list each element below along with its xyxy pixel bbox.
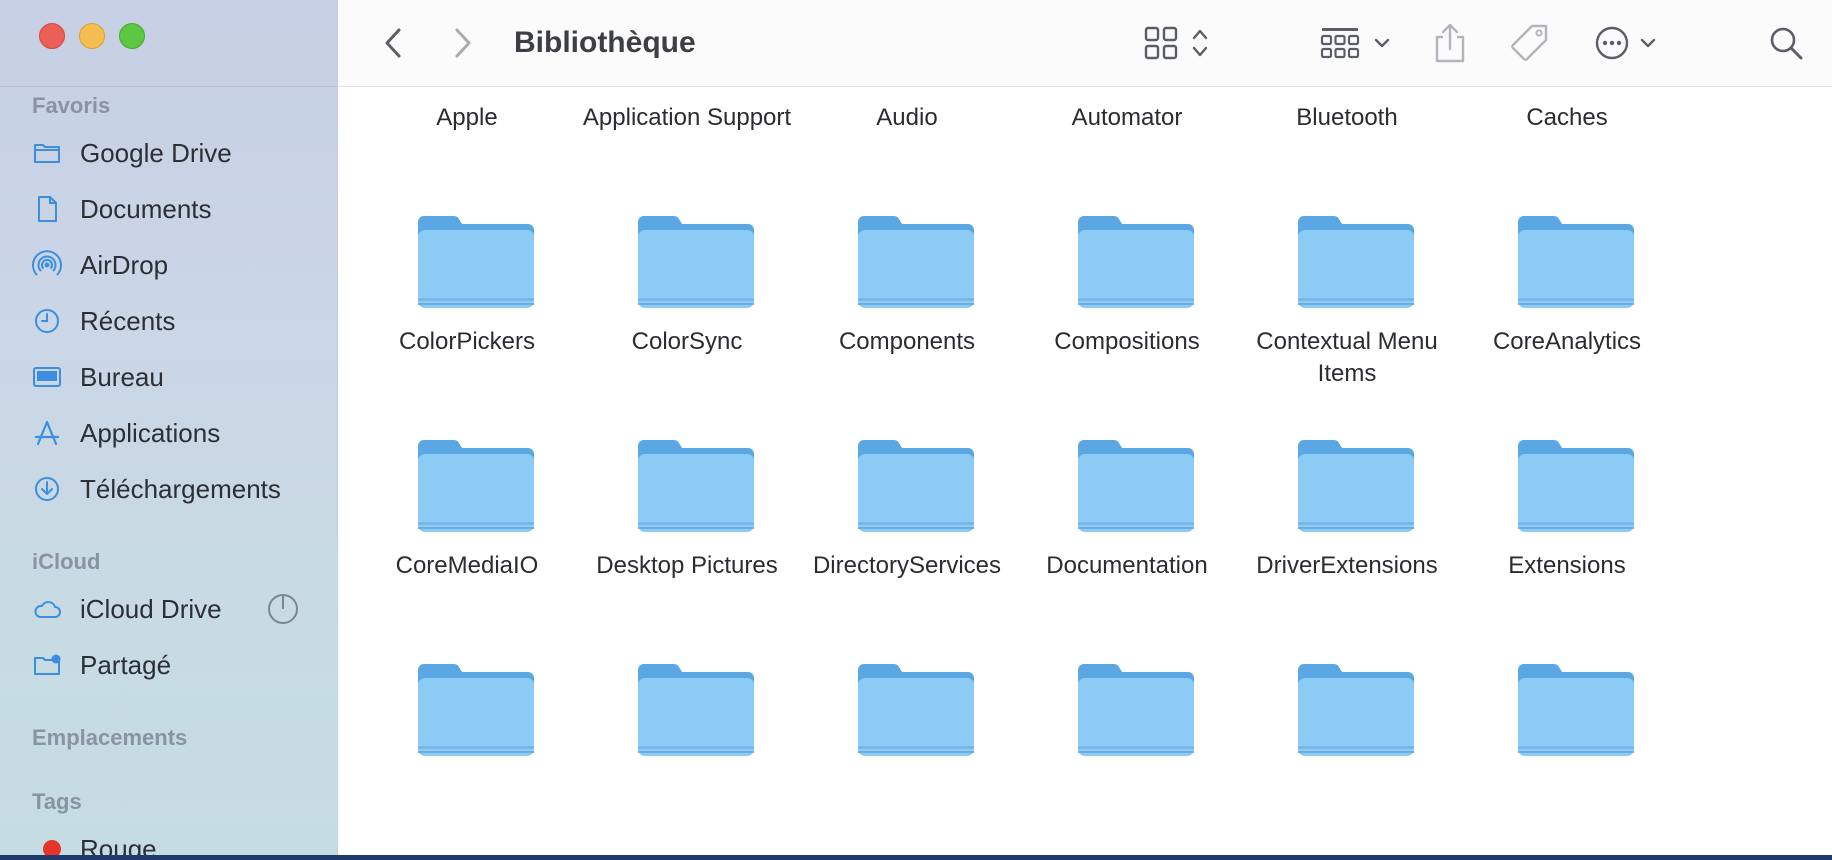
cloud-icon [32,594,68,624]
sidebar: Favoris Google Drive Documents AirDrop R… [0,0,338,855]
sidebar-item-label: Récents [80,305,176,336]
zoom-window-button[interactable] [119,23,145,49]
back-button[interactable] [378,18,408,68]
share-button[interactable] [1430,18,1470,68]
folder-name: Bluetooth [1296,104,1398,131]
section-title-emplacements: Emplacements [32,725,188,750]
icloud-sync-progress-icon[interactable] [267,593,299,625]
folder-name: Caches [1526,104,1608,131]
search-button[interactable] [1766,18,1806,68]
folder-name: Desktop Pictures [596,552,778,579]
view-mode-button[interactable] [1144,18,1214,68]
toolbar: Bibliothèque [338,0,1832,87]
icon-grid-view-icon [1144,26,1208,60]
sidebar-item-label: Partagé [80,649,172,680]
sidebar-item-recents[interactable]: Récents [32,301,322,341]
sidebar-item-label: Applications [80,417,221,448]
folder-name: Contextual Menu Items [1256,328,1438,387]
sidebar-item-tag-rouge[interactable]: Rouge [32,829,322,855]
group-grid-icon [1320,28,1390,59]
sidebar-item-applications[interactable]: Applications [32,413,322,453]
sidebar-item-label: Téléchargements [80,473,281,504]
folder-name: Audio [876,104,938,131]
folder-name: ColorPickers [398,328,536,355]
tag-icon [1511,24,1548,61]
titlebar-sidebar [0,0,337,87]
close-window-button[interactable] [39,23,65,49]
forward-button[interactable] [448,18,478,68]
folder-name: DirectoryServices [812,552,1002,579]
sidebar-item-google-drive[interactable]: Google Drive [32,133,322,173]
tags-button[interactable] [1508,18,1552,68]
window-title: Bibliothèque [514,26,696,59]
folder-name: Apple [436,104,498,131]
document-icon [32,194,68,224]
sidebar-item-partage[interactable]: Partagé [32,645,322,685]
sidebar-item-label: Google Drive [80,137,232,168]
sidebar-item-airdrop[interactable]: AirDrop [32,245,322,285]
folder-name: Documentation [1046,552,1208,579]
tag-color-dot-icon [32,834,68,855]
shared-folder-icon [32,650,68,680]
section-title-tags: Tags [32,789,82,814]
minimize-window-button[interactable] [79,23,105,49]
folder-name: Compositions [1054,328,1200,355]
ellipsis-circle-icon [1595,26,1656,60]
folder-name: DriverExtensions [1256,552,1438,579]
sidebar-list[interactable]: Favoris Google Drive Documents AirDrop R… [0,87,337,855]
folder-name: Automator [1071,104,1183,131]
applications-icon [32,418,68,448]
sidebar-item-label: Bureau [80,361,164,392]
download-icon [32,474,68,504]
sidebar-item-label: AirDrop [80,249,169,280]
folder-icon [32,138,68,168]
sidebar-item-bureau[interactable]: Bureau [32,357,322,397]
folder-name: Application Support [582,104,792,131]
sidebar-item-telechargements[interactable]: Téléchargements [32,469,322,509]
section-title-icloud: iCloud [32,549,101,574]
share-icon [1435,23,1465,63]
airdrop-icon [32,250,68,280]
folder-grid[interactable]: Apple Application Support Audio Automator Bl… [338,87,1832,855]
folder-name: ColorSync [631,328,743,355]
sidebar-item-label: Rouge [80,833,157,856]
group-by-button[interactable] [1320,18,1396,68]
folder-name: CoreAnalytics [1492,328,1642,355]
search-icon [1770,27,1803,60]
chevron-left-icon [385,28,401,58]
sidebar-item-label: iCloud Drive [80,593,222,624]
folder-name: Components [838,328,976,355]
folder-name: CoreMediaIO [395,552,539,579]
folder-name: Extensions [1508,552,1626,579]
finder-window: Favoris Google Drive Documents AirDrop R… [0,0,1832,855]
more-actions-button[interactable] [1594,18,1664,68]
sidebar-item-label: Documents [80,193,212,224]
clock-icon [32,306,68,336]
sidebar-item-documents[interactable]: Documents [32,189,322,229]
section-title-favoris: Favoris [32,93,111,118]
chevron-right-icon [455,28,471,58]
desktop-icon [32,362,68,392]
